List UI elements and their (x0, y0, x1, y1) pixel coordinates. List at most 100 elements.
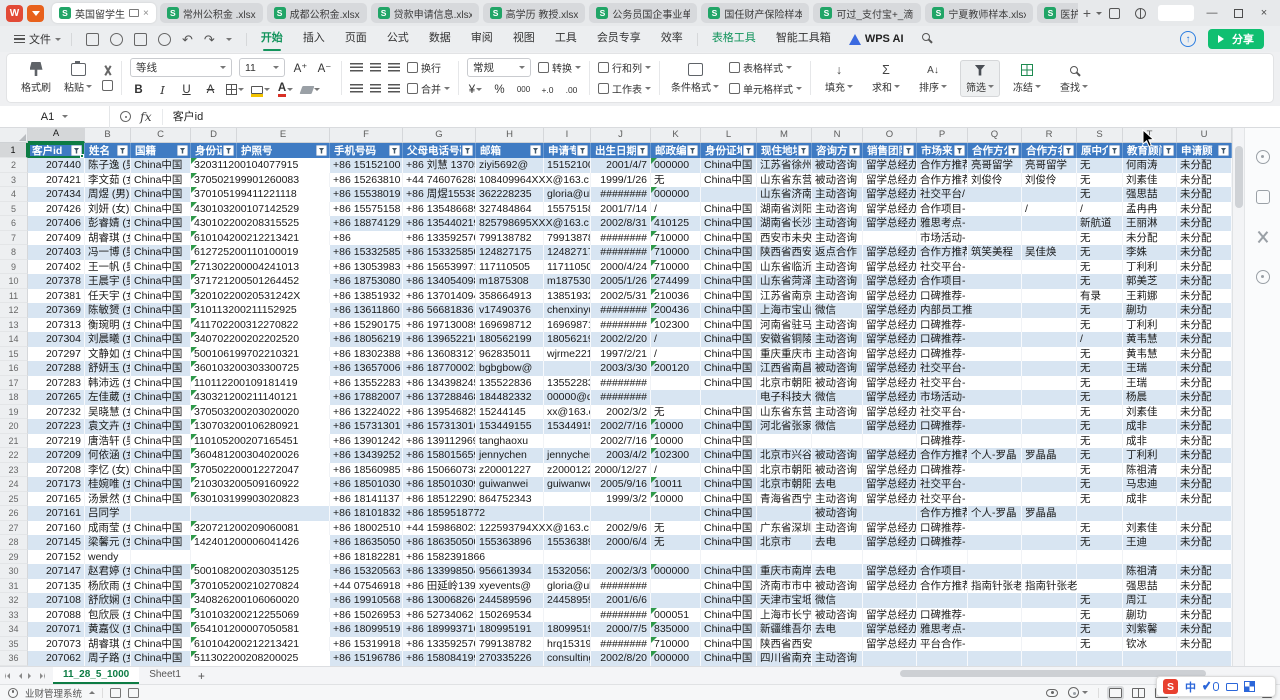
cell[interactable]: 无 (1077, 318, 1123, 333)
cell[interactable]: 未分配 (1123, 231, 1177, 246)
doc-tab[interactable]: S医护五险一金.xlsx (1037, 3, 1077, 23)
cell[interactable]: xx@163.c (544, 405, 591, 420)
cell[interactable]: 河南省驻马 (757, 318, 812, 333)
row-header-29[interactable]: 29 (0, 550, 28, 565)
cell[interactable]: 612725200110100019 (191, 245, 330, 260)
cell[interactable]: 2002/8/20 (591, 651, 651, 666)
cell[interactable]: 无 (1077, 622, 1123, 637)
boards-icon[interactable] (1102, 2, 1126, 24)
cell[interactable]: 社交平台- (917, 492, 1022, 507)
cell[interactable]: 207173 (28, 477, 85, 492)
menu-item-智能工具箱[interactable]: 智能工具箱 (766, 26, 841, 52)
cell[interactable]: 去电 (812, 564, 863, 579)
cell[interactable]: +86 52734062 (403, 608, 476, 623)
cell[interactable]: 未分配 (1177, 158, 1232, 173)
cell[interactable]: China中国 (701, 231, 757, 246)
header-cell-父母电话号码[interactable]: 父母电话号码 (403, 143, 476, 158)
doc-tab[interactable]: S贷款申请信息.xlsx (371, 3, 479, 23)
cell[interactable]: 北京市朝阳 (757, 463, 812, 478)
cell[interactable]: China中国 (701, 506, 757, 521)
row-header-18[interactable]: 18 (0, 390, 28, 405)
new-tab-button[interactable]: + (1078, 5, 1096, 21)
cell[interactable] (1123, 506, 1177, 521)
doc-tab[interactable]: S成都公积金.xlsx (267, 3, 367, 23)
cell[interactable] (863, 231, 917, 246)
cell[interactable]: China中国 (131, 593, 191, 608)
cell[interactable]: 207147 (28, 564, 85, 579)
cell[interactable]: tanghaoxu (476, 434, 544, 449)
cell[interactable]: China中国 (131, 390, 191, 405)
cell[interactable]: 210036 (651, 289, 701, 304)
menu-item-公式[interactable]: 公式 (377, 26, 419, 52)
cell[interactable]: +86 15320563 (330, 564, 403, 579)
cell[interactable]: China中国 (701, 332, 757, 347)
cell[interactable] (1022, 274, 1077, 289)
cell[interactable]: 留学总经办 (863, 158, 917, 173)
cell[interactable]: +86 1506607386 (403, 463, 476, 478)
header-cell-原中介机[interactable]: 原中介机 (1077, 143, 1123, 158)
sogou-logo-icon[interactable]: S (1163, 679, 1178, 694)
cell[interactable]: 筑笑美程 (968, 245, 1022, 260)
cell[interactable]: 郭美芝 (1123, 274, 1177, 289)
cell[interactable]: 210303200509160922 (191, 477, 330, 492)
cell[interactable]: China中国 (701, 463, 757, 478)
cell[interactable]: 10011 (651, 477, 701, 492)
cell[interactable]: 无 (1077, 376, 1123, 391)
cell[interactable] (968, 550, 1022, 565)
cell[interactable] (1177, 651, 1232, 666)
doc-tab[interactable]: S宁夏教师样本.xlsx (925, 3, 1033, 23)
cell[interactable]: 被动咨询 (812, 361, 863, 376)
cell[interactable]: 00000@qq (544, 390, 591, 405)
close-tab-icon[interactable]: × (143, 8, 149, 19)
cell[interactable] (651, 550, 701, 565)
cell[interactable]: 370502200012272047 (191, 463, 330, 478)
cell[interactable]: 钦冰 (1123, 637, 1177, 652)
cell[interactable]: 口碑推荐- (917, 332, 1022, 347)
cell[interactable]: 207283 (28, 376, 85, 391)
cell[interactable]: 未分配 (1177, 173, 1232, 188)
cell[interactable]: China中国 (131, 419, 191, 434)
row-header-7[interactable]: 7 (0, 231, 28, 246)
cell[interactable]: 留学总经办 (863, 535, 917, 550)
menu-item-效率[interactable]: 效率 (651, 26, 693, 52)
cell[interactable]: 未分配 (1177, 448, 1232, 463)
sidebar-scissors-icon[interactable] (1256, 230, 1270, 244)
cell[interactable]: 合作方推荐 (917, 158, 968, 173)
cell[interactable]: China中国 (131, 216, 191, 231)
cell[interactable]: wjrme221 (544, 347, 591, 362)
cell[interactable]: +86 (330, 231, 403, 246)
cell[interactable]: 文静如 (女 (85, 347, 131, 362)
cell[interactable]: +86 1580841990 (403, 651, 476, 666)
cell[interactable]: 207297 (28, 347, 85, 362)
decrease-font-button[interactable]: A⁻ (316, 59, 333, 76)
cell[interactable]: 32010220020531242X (191, 289, 330, 304)
cell[interactable]: 1997/2/21 (591, 347, 651, 362)
cell[interactable]: 冯一博 (男 (85, 245, 131, 260)
cell[interactable]: 主动咨询 (812, 260, 863, 275)
cell[interactable]: 彭睿婧 (女 (85, 216, 131, 231)
vertical-scrollbar-thumb[interactable] (1235, 146, 1243, 208)
cell[interactable]: 207403 (28, 245, 85, 260)
cell[interactable]: 117110505 (476, 260, 544, 275)
cell[interactable]: 无 (1077, 434, 1123, 449)
cell[interactable]: 500106199702210321 (191, 347, 330, 362)
cell[interactable]: 被动咨询 (812, 376, 863, 391)
cell[interactable]: +86 1899937166 (403, 622, 476, 637)
cell[interactable]: 合作方推荐 (917, 173, 968, 188)
cell[interactable]: 无 (1077, 260, 1123, 275)
cell[interactable]: 122593794XXX@163.c (476, 521, 591, 536)
cell[interactable]: 主动咨询 (812, 521, 863, 536)
cell[interactable] (544, 492, 591, 507)
cell[interactable]: 无 (1077, 245, 1123, 260)
cell[interactable]: 155751588 (544, 202, 591, 217)
cell[interactable]: +86 18056219 (330, 332, 403, 347)
cell[interactable]: 310103200212255069 (191, 608, 330, 623)
cell[interactable]: 吕同学 (85, 506, 131, 521)
cell[interactable]: 207369 (28, 303, 85, 318)
eye-icon[interactable] (1046, 689, 1058, 697)
cell[interactable]: 江西省南昌 (757, 361, 812, 376)
menu-item-审阅[interactable]: 审阅 (461, 26, 503, 52)
cell[interactable]: +86 1360831276 (403, 347, 476, 362)
cell[interactable]: 个人-罗晶 (968, 448, 1022, 463)
cell[interactable]: 207288 (28, 361, 85, 376)
